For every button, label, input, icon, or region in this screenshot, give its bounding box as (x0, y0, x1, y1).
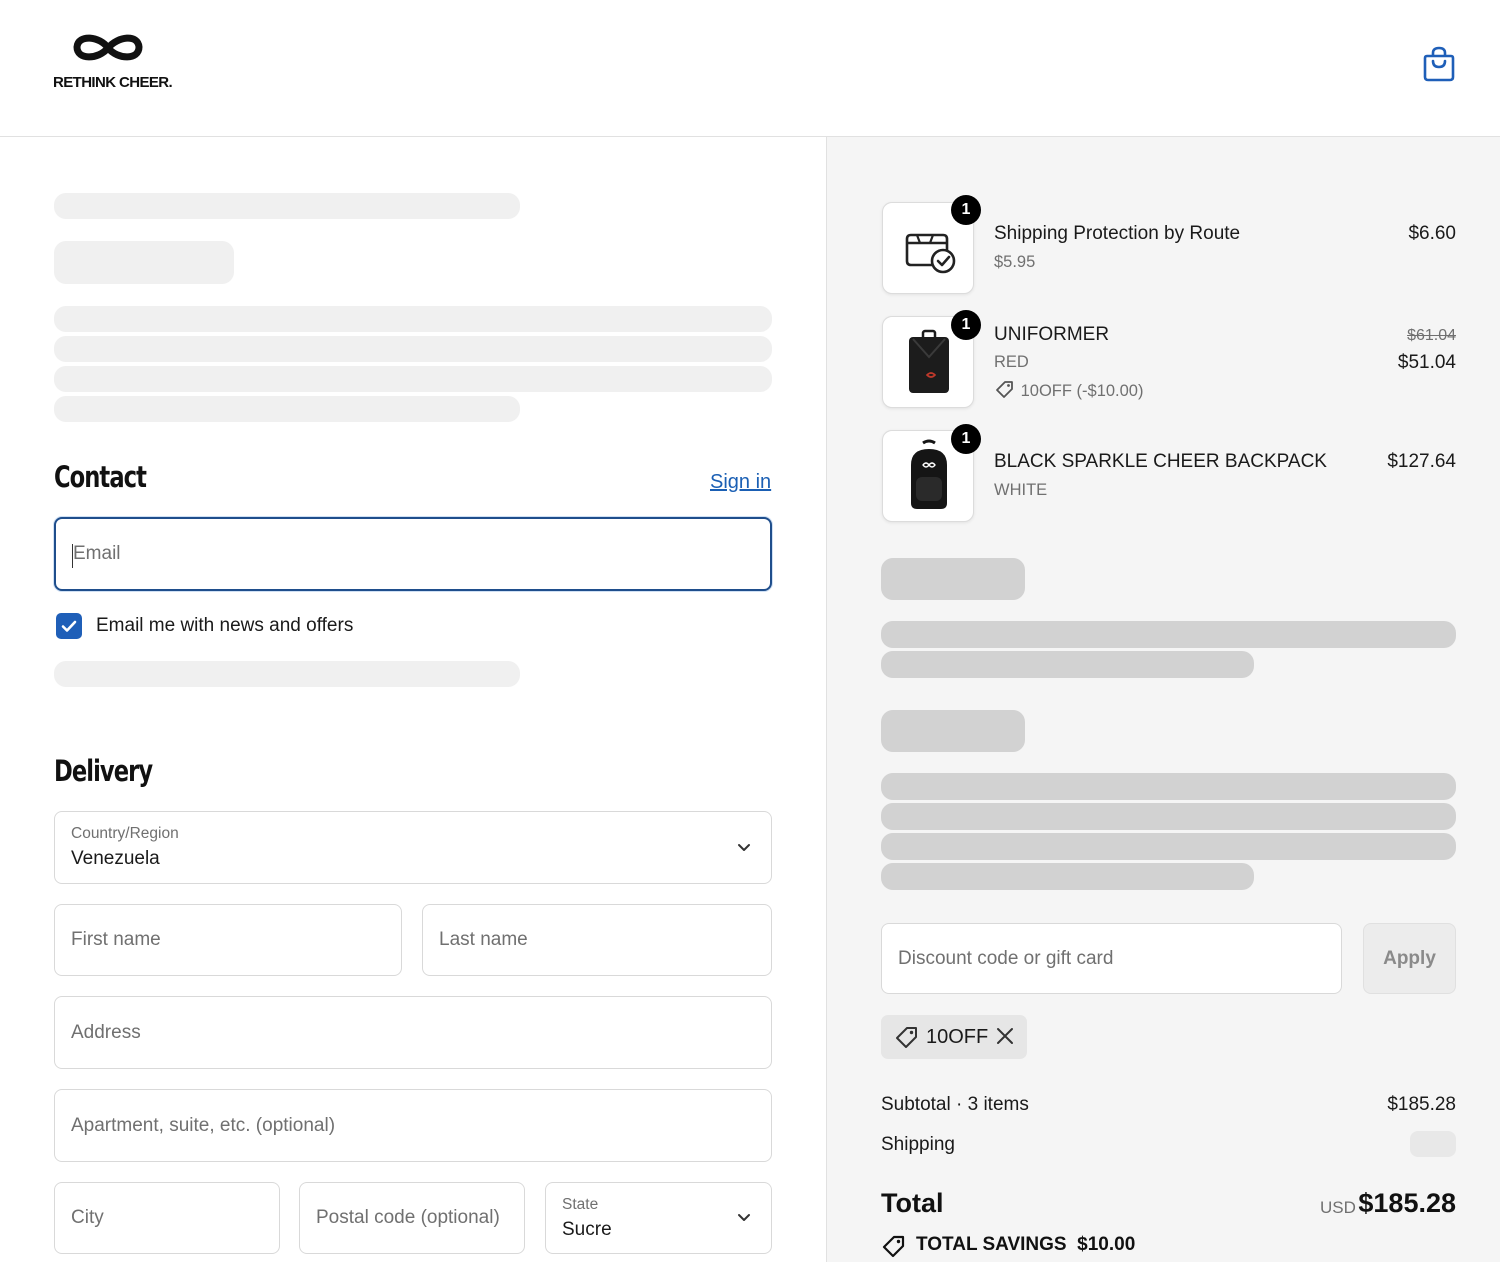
cart-button[interactable] (1420, 44, 1458, 84)
loading-skeleton (881, 621, 1456, 648)
last-name-field[interactable]: Last name (422, 904, 772, 976)
item-original-price: $61.04 (1407, 327, 1456, 344)
tag-icon (896, 1027, 917, 1048)
discount-code-field[interactable]: Discount code or gift card (881, 923, 1342, 994)
email-placeholder: Email (73, 543, 121, 564)
first-name-placeholder: First name (71, 929, 161, 950)
delivery-heading: Delivery (54, 754, 153, 788)
express-checkout-skeleton (54, 193, 520, 219)
item-name: UNIFORMER (994, 324, 1110, 345)
email-field[interactable]: Email (54, 517, 772, 591)
sign-in-link[interactable]: Sign in (710, 471, 771, 494)
item-price: $51.04 (1397, 352, 1456, 373)
address-field[interactable]: Address (54, 996, 772, 1069)
express-checkout-skeleton (54, 306, 772, 332)
postal-code-placeholder: Postal code (optional) (316, 1207, 500, 1228)
country-value: Venezuela (71, 848, 160, 869)
total-savings-value: $10.00 (1077, 1234, 1136, 1255)
contact-heading: Contact (54, 460, 147, 494)
express-checkout-skeleton (54, 366, 772, 392)
total-value: $185.28 (1358, 1188, 1456, 1218)
tag-icon (882, 1235, 905, 1258)
loading-skeleton (881, 773, 1456, 800)
country-select[interactable]: Country/Region Venezuela (54, 811, 772, 884)
city-field[interactable]: City (54, 1182, 280, 1254)
loading-skeleton (881, 863, 1254, 890)
state-select[interactable]: State Sucre (545, 1182, 772, 1254)
apartment-placeholder: Apartment, suite, etc. (optional) (71, 1114, 336, 1136)
close-icon (997, 1028, 1013, 1044)
total-label: Total (881, 1188, 944, 1218)
loading-skeleton (881, 803, 1456, 830)
first-name-field[interactable]: First name (54, 904, 402, 976)
loading-skeleton (881, 833, 1456, 860)
express-checkout-skeleton (54, 396, 520, 422)
item-name: BLACK SPARKLE CHEER BACKPACK (994, 451, 1327, 472)
item-price: $127.64 (1387, 451, 1456, 472)
subtotal-value: $185.28 (1387, 1094, 1456, 1115)
apartment-field[interactable]: Apartment, suite, etc. (optional) (54, 1089, 772, 1162)
checkmark-icon (61, 620, 77, 632)
quantity-badge: 1 (951, 310, 981, 340)
shipping-label: Shipping (881, 1134, 955, 1155)
currency-code: USD (1320, 1198, 1356, 1217)
tag-icon (996, 381, 1013, 398)
item-unit-price: $5.95 (994, 253, 1036, 271)
express-checkout-skeleton (54, 241, 234, 284)
state-value: Sucre (562, 1219, 612, 1240)
chevron-down-icon (738, 843, 750, 851)
chevron-down-icon (738, 1214, 750, 1221)
total-savings: TOTAL SAVINGS $10.00 (916, 1234, 1135, 1256)
item-variant: RED (994, 353, 1029, 371)
discount-placeholder: Discount code or gift card (898, 947, 1114, 969)
last-name-placeholder: Last name (439, 929, 528, 950)
applied-discount-chip: 10OFF (881, 1015, 1027, 1059)
news-offers-label: Email me with news and offers (96, 615, 354, 636)
infinity-logo-icon (73, 34, 143, 61)
apply-button[interactable]: Apply (1363, 923, 1456, 994)
brand-logo[interactable]: RETHINK CHEER. (52, 30, 176, 94)
loading-skeleton (881, 710, 1025, 752)
item-price: $6.60 (1408, 223, 1456, 244)
item-variant: WHITE (994, 481, 1048, 499)
quantity-badge: 1 (951, 195, 981, 225)
header: RETHINK CHEER. (0, 0, 1500, 137)
news-offers-checkbox[interactable] (56, 613, 82, 639)
shipping-value-skeleton (1410, 1131, 1456, 1157)
brand-name: RETHINK CHEER. (53, 74, 173, 91)
express-checkout-skeleton (54, 336, 772, 362)
country-label: Country/Region (71, 825, 179, 842)
postal-code-field[interactable]: Postal code (optional) (299, 1182, 525, 1254)
quantity-badge: 1 (951, 424, 981, 454)
text-skeleton (54, 661, 520, 687)
shopping-bag-icon (1423, 46, 1455, 82)
state-label: State (562, 1196, 599, 1213)
subtotal-label: Subtotal · 3 items (881, 1094, 1029, 1115)
total-savings-label: TOTAL SAVINGS (916, 1234, 1067, 1255)
remove-discount-button[interactable] (995, 1026, 1015, 1051)
applied-code: 10OFF (926, 1026, 989, 1048)
item-name: Shipping Protection by Route (994, 223, 1241, 244)
item-discount-text: 10OFF (-$10.00) (1020, 382, 1144, 400)
loading-skeleton (881, 558, 1025, 600)
item-discount: 10OFF (-$10.00) (994, 379, 1143, 401)
city-placeholder: City (71, 1207, 104, 1228)
address-placeholder: Address (71, 1021, 141, 1043)
loading-skeleton (881, 651, 1254, 678)
